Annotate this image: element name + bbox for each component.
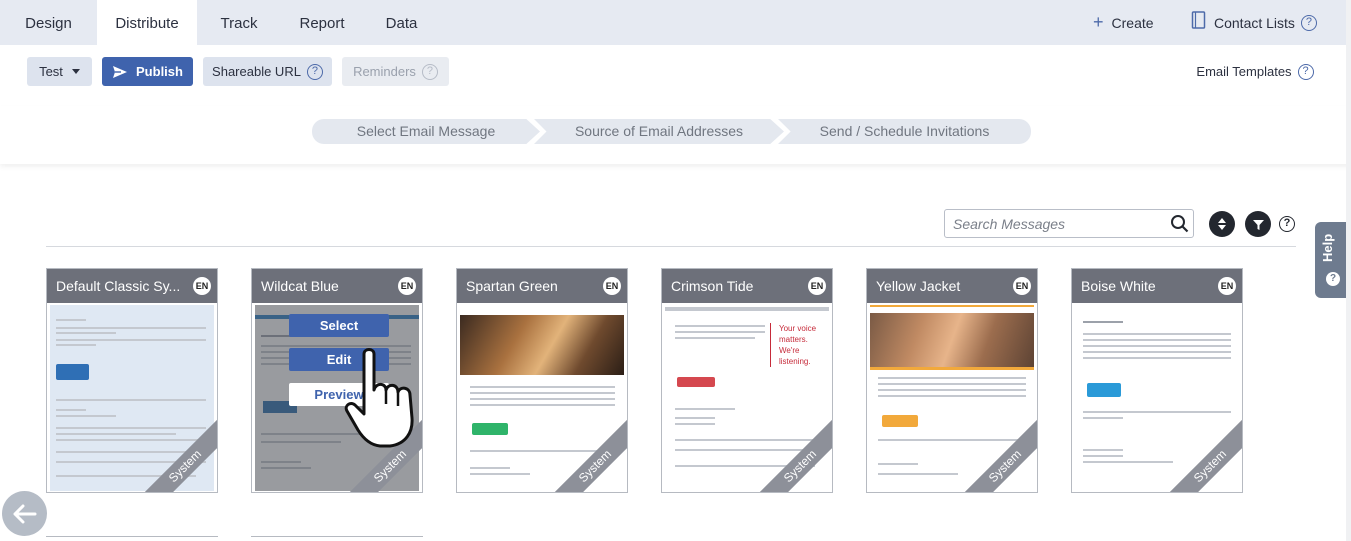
top-nav: Design Distribute Track Report Data + Cr…: [0, 0, 1351, 45]
plus-icon: +: [1093, 12, 1104, 32]
tab-distribute[interactable]: Distribute: [97, 0, 197, 45]
search-placeholder: Search Messages: [953, 216, 1066, 232]
card-title: Yellow Jacket: [876, 278, 961, 294]
filter-icon[interactable]: [1245, 211, 1271, 237]
card-title: Crimson Tide: [671, 278, 754, 294]
email-templates-label: Email Templates: [1196, 64, 1292, 79]
publish-button[interactable]: Publish: [102, 57, 193, 86]
create-label: Create: [1111, 14, 1154, 31]
card-title: Wildcat Blue: [261, 278, 339, 294]
help-circle-icon: ?: [421, 63, 438, 80]
language-badge: EN: [808, 277, 826, 295]
scrollbar[interactable]: [1346, 0, 1351, 541]
toolbar: Test Publish Shareable URL ? Reminders ?…: [0, 45, 1351, 105]
tab-design[interactable]: Design: [0, 0, 97, 45]
shareable-url-button[interactable]: Shareable URL ?: [203, 57, 332, 86]
contact-lists-button[interactable]: Contact Lists ?: [1191, 0, 1317, 45]
card-title: Spartan Green: [466, 278, 558, 294]
book-icon: [1191, 11, 1206, 34]
contact-lists-label: Contact Lists: [1214, 14, 1295, 31]
template-card[interactable]: Default Classic Sy... EN System: [46, 268, 218, 493]
card-header: Wildcat Blue EN: [252, 269, 422, 303]
help-circle-icon: ?: [1326, 272, 1340, 286]
search-icon[interactable]: [1170, 214, 1189, 238]
template-card[interactable]: Yellow Jacket EN System: [866, 268, 1038, 493]
help-circle-icon[interactable]: ?: [1300, 14, 1317, 31]
step-send-schedule-invitations[interactable]: Send / Schedule Invitations: [778, 119, 1031, 144]
create-button[interactable]: + Create: [1093, 0, 1154, 45]
caret-down-icon: [71, 69, 80, 74]
template-card-partial: [46, 536, 218, 541]
steps-band: Select Email Message Source of Email Add…: [0, 106, 1351, 164]
tab-data[interactable]: Data: [363, 0, 440, 45]
shareable-url-label: Shareable URL: [212, 64, 301, 79]
card-header: Crimson Tide EN: [662, 269, 832, 303]
help-label: Help: [1320, 233, 1335, 262]
card-header: Yellow Jacket EN: [867, 269, 1037, 303]
email-templates-link[interactable]: Email Templates ?: [1190, 57, 1320, 86]
template-card[interactable]: Boise White EN System: [1071, 268, 1243, 493]
card-header: Boise White EN: [1072, 269, 1242, 303]
card-header: Spartan Green EN: [457, 269, 627, 303]
divider: [46, 246, 1296, 247]
card-title: Default Classic Sy...: [56, 278, 181, 294]
sort-icon[interactable]: [1209, 211, 1235, 237]
quote-text: Your voice matters. We're listening.: [770, 323, 828, 367]
reminders-label: Reminders: [353, 64, 416, 79]
language-badge: EN: [193, 277, 211, 295]
template-card[interactable]: Spartan Green EN System: [456, 268, 628, 493]
tab-report[interactable]: Report: [281, 0, 363, 45]
language-badge: EN: [603, 277, 621, 295]
card-header: Default Classic Sy... EN: [47, 269, 217, 303]
test-label: Test: [39, 64, 63, 79]
step-source-of-email-addresses[interactable]: Source of Email Addresses: [534, 119, 784, 144]
card-title: Boise White: [1081, 278, 1156, 294]
send-icon: [112, 65, 128, 79]
language-badge: EN: [1013, 277, 1031, 295]
arrow-left-icon: [13, 504, 37, 524]
publish-label: Publish: [136, 64, 183, 79]
language-badge: EN: [398, 277, 416, 295]
search-messages-input[interactable]: Search Messages: [944, 209, 1194, 238]
tab-track[interactable]: Track: [197, 0, 281, 45]
template-card[interactable]: Crimson Tide EN Your voice matters. We'r…: [661, 268, 833, 493]
help-circle-icon[interactable]: ?: [1279, 216, 1295, 232]
select-button[interactable]: Select: [289, 314, 389, 337]
step-select-email-message[interactable]: Select Email Message: [312, 119, 540, 144]
language-badge: EN: [1218, 277, 1236, 295]
help-circle-icon[interactable]: ?: [1297, 63, 1314, 80]
test-dropdown[interactable]: Test: [27, 57, 92, 86]
reminders-button[interactable]: Reminders ?: [342, 57, 449, 86]
template-card-partial: [251, 536, 423, 541]
back-button[interactable]: [2, 491, 47, 536]
hand-cursor-icon: [340, 346, 435, 451]
help-circle-icon: ?: [306, 63, 323, 80]
